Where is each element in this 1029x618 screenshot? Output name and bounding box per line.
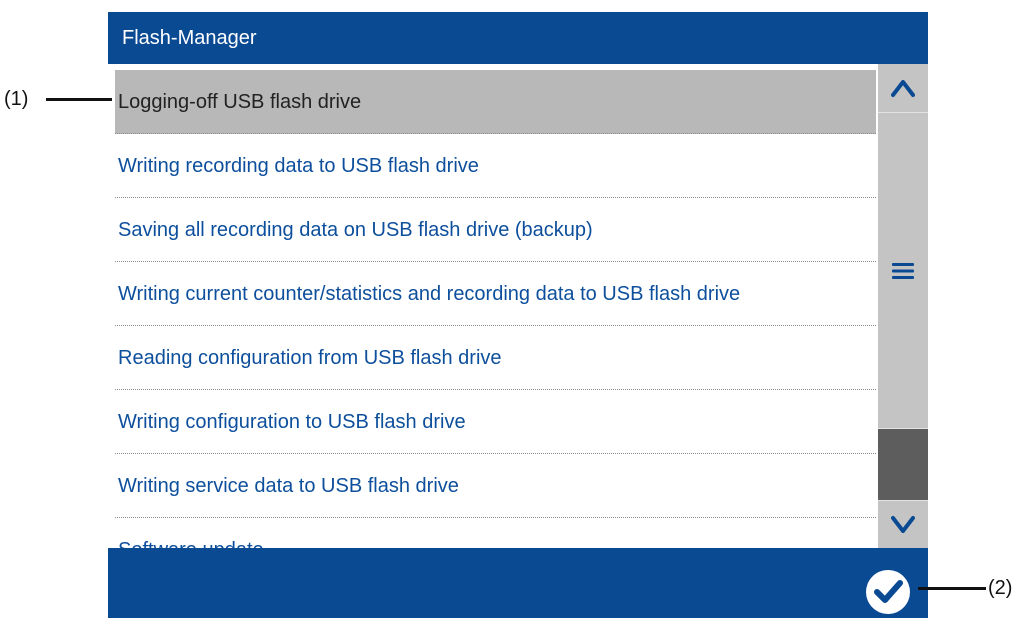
check-circle-icon[interactable]: [864, 568, 912, 616]
page-title: Flash-Manager: [108, 12, 928, 64]
device-screen: Flash-Manager Logging-off USB flash driv…: [108, 12, 928, 618]
annotated-screenshot: Flash-Manager Logging-off USB flash driv…: [0, 0, 1029, 618]
list-item-read-configuration[interactable]: Reading configuration from USB flash dri…: [115, 326, 876, 390]
callout-label-2: (2): [988, 577, 1013, 599]
scroll-thumb[interactable]: [878, 428, 928, 501]
scroll-up-button[interactable]: [878, 64, 928, 113]
list-item-service-data[interactable]: Writing service data to USB flash drive: [115, 454, 876, 518]
chevron-down-icon: [891, 516, 915, 533]
callout-line-1: [46, 98, 112, 101]
menu-icon[interactable]: [891, 261, 915, 281]
scrollbar[interactable]: [878, 64, 928, 548]
scroll-down-button[interactable]: [878, 500, 928, 549]
list-item-backup[interactable]: Saving all recording data on USB flash d…: [115, 198, 876, 262]
menu-list: Logging-off USB flash drive Writing reco…: [108, 64, 878, 548]
list-item-counter-statistics[interactable]: Writing current counter/statistics and r…: [115, 262, 876, 326]
callout-label-1: (1): [4, 88, 29, 110]
callout-line-2: [918, 587, 986, 590]
list-item-logging-off[interactable]: Logging-off USB flash drive: [115, 70, 876, 134]
footer-bar: [108, 548, 928, 618]
list-item-software-update[interactable]: Software update: [115, 518, 876, 548]
list-item-write-configuration[interactable]: Writing configuration to USB flash drive: [115, 390, 876, 454]
chevron-up-icon: [891, 80, 915, 97]
list-item-write-recording[interactable]: Writing recording data to USB flash driv…: [115, 134, 876, 198]
